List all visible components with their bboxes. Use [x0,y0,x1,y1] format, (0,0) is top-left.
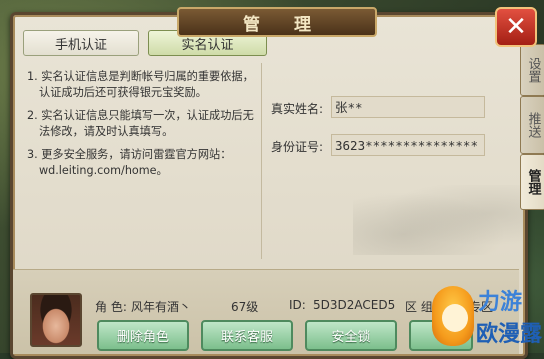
role-label: 角 色: [95,300,127,314]
character-level: 67级 [231,300,259,314]
note-item: 1. 实名认证信息是判断帐号归属的重要依据，认证成功后还可获得银元宝奖励。 [27,70,254,99]
ink-painting-decoration [353,185,523,255]
content-divider [261,63,262,259]
character-id-label: ID: [289,298,306,312]
panel-title-bar: 管 理 [177,7,377,37]
side-tab-management[interactable]: 管理 [520,154,544,210]
watermark-line1: 力游 [478,290,523,315]
note-item: 2. 实名认证信息只能填写一次，认证成功后无法修改，请及时认真填写。 [27,109,254,138]
panel-title: 管 理 [243,14,325,35]
character-id: 5D3D2ACED5 [313,298,396,312]
side-tab-push[interactable]: 推送 [520,96,544,154]
note-item: 3. 更多安全服务，请访问雷霆官方网站：wd.leiting.com/home。 [27,148,232,177]
real-name-field[interactable]: 张** [331,96,485,118]
verification-notes: 1. 实名认证信息是判断帐号归属的重要依据，认证成功后还可获得银元宝奖励。 2.… [27,69,257,186]
watermark-line2: 欧漫露 [476,322,543,347]
site-watermark: 力游 欧漫露 [430,280,544,353]
real-name-label: 真实姓名: [271,102,324,116]
side-tab-settings[interactable]: 设置 [520,44,544,96]
security-lock-button[interactable]: 安全锁 [305,320,397,351]
close-button[interactable]: ✕ [495,7,537,47]
contact-support-button[interactable]: 联系客服 [201,320,293,351]
id-number-field[interactable]: 3623*************** [331,134,485,156]
delete-character-button[interactable]: 删除角色 [97,320,189,351]
id-number-label: 身份证号: [271,140,324,154]
character-avatar [30,293,82,347]
tab-phone-verification[interactable]: 手机认证 [23,30,139,56]
mascot-icon [432,286,474,346]
role-name: 风年有酒丶 [131,300,192,314]
